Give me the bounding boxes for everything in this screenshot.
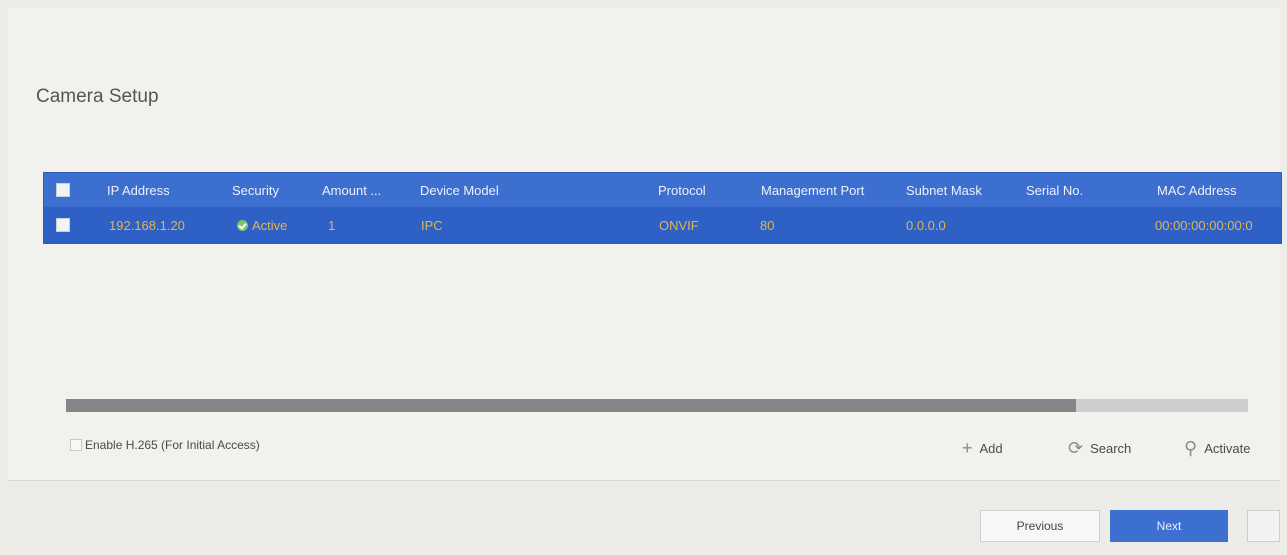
- next-button[interactable]: Next: [1110, 510, 1228, 542]
- activate-label: Activate: [1204, 441, 1251, 456]
- footer-edge-button[interactable]: [1247, 510, 1280, 542]
- scrollbar-thumb[interactable]: [66, 399, 1076, 412]
- column-protocol[interactable]: Protocol: [658, 173, 706, 207]
- camera-table: IP Address Security Amount ... Device Mo…: [43, 172, 1282, 244]
- row-security-label: Active: [252, 217, 288, 233]
- search-button[interactable]: ⟳ Search: [1068, 438, 1131, 459]
- enable-h265-option[interactable]: Enable H.265 (For Initial Access): [70, 438, 260, 452]
- table-row[interactable]: 192.168.1.20 Active 1 IPC ONVIF 80 0.0.0…: [44, 207, 1281, 243]
- column-ip-address[interactable]: IP Address: [107, 173, 170, 207]
- key-icon: ⚲: [1184, 438, 1198, 458]
- column-mac-address[interactable]: MAC Address: [1157, 173, 1236, 207]
- add-button[interactable]: + Add: [962, 438, 1003, 459]
- add-label: Add: [979, 441, 1003, 456]
- horizontal-scrollbar[interactable]: [66, 399, 1248, 412]
- activate-button[interactable]: ⚲ Activate: [1184, 438, 1250, 459]
- select-all-checkbox[interactable]: [56, 183, 70, 197]
- page-title: Camera Setup: [36, 86, 159, 107]
- enable-h265-checkbox[interactable]: [70, 439, 82, 451]
- plus-icon: +: [962, 438, 973, 458]
- column-management-port[interactable]: Management Port: [761, 173, 864, 207]
- column-serial-no[interactable]: Serial No.: [1026, 173, 1083, 207]
- column-amount[interactable]: Amount ...: [322, 173, 381, 207]
- row-checkbox[interactable]: [56, 218, 70, 232]
- camera-setup-panel: [8, 8, 1280, 552]
- row-ip-address: 192.168.1.20: [109, 217, 185, 233]
- row-management-port: 80: [760, 217, 775, 233]
- previous-button[interactable]: Previous: [980, 510, 1100, 542]
- column-security[interactable]: Security: [232, 173, 279, 207]
- check-shield-icon: [237, 219, 248, 231]
- row-subnet-mask: 0.0.0.0: [906, 217, 946, 233]
- column-device-model[interactable]: Device Model: [420, 173, 499, 207]
- row-protocol: ONVIF: [659, 217, 699, 233]
- column-subnet-mask[interactable]: Subnet Mask: [906, 173, 982, 207]
- search-label: Search: [1090, 441, 1132, 456]
- row-security: Active: [237, 207, 287, 243]
- refresh-icon: ⟳: [1068, 438, 1084, 458]
- table-header: IP Address Security Amount ... Device Mo…: [44, 173, 1281, 207]
- row-mac-address: 00:00:00:00:00:0: [1155, 217, 1253, 233]
- enable-h265-label: Enable H.265 (For Initial Access): [85, 438, 260, 452]
- row-device-model: IPC: [421, 217, 443, 233]
- row-amount: 1: [328, 217, 336, 233]
